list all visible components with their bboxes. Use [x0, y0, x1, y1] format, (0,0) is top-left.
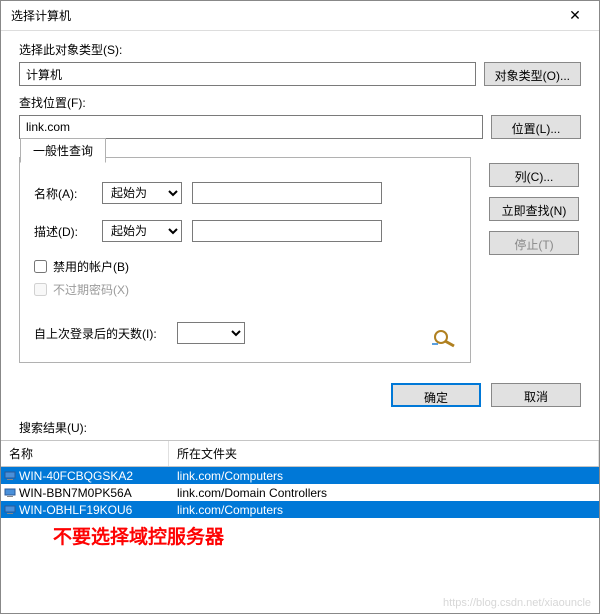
close-icon: ✕	[569, 7, 581, 24]
row-folder: link.com/Computers	[169, 469, 599, 483]
location-button[interactable]: 位置(L)...	[491, 115, 581, 139]
query-tabbox: 一般性查询 名称(A): 起始为 描述(D): 起始为 禁用的帐户(B) 不过期…	[19, 157, 471, 363]
ok-button[interactable]: 确定	[391, 383, 481, 407]
stop-button: 停止(T)	[489, 231, 579, 255]
watermark: https://blog.csdn.net/xiaouncle	[443, 597, 591, 609]
row-name: WIN-OBHLF19KOU6	[19, 503, 169, 517]
disabled-accounts-checkbox[interactable]	[34, 260, 47, 273]
days-since-login-select[interactable]	[177, 322, 245, 344]
table-row[interactable]: WIN-40FCBQGSKA2link.com/Computers	[1, 467, 599, 484]
close-button[interactable]: ✕	[555, 2, 595, 30]
object-type-button[interactable]: 对象类型(O)...	[484, 62, 581, 86]
row-name: WIN-40FCBQGSKA2	[19, 469, 169, 483]
no-expire-pw-checkbox	[34, 283, 47, 296]
computer-icon	[1, 488, 19, 498]
name-label: 名称(A):	[34, 185, 92, 202]
titlebar: 选择计算机 ✕	[1, 1, 599, 31]
warning-text: 不要选择域控服务器	[1, 518, 599, 549]
results-list[interactable]: WIN-40FCBQGSKA2link.com/ComputersWIN-BBN…	[1, 467, 599, 518]
days-since-login-label: 自上次登录后的天数(I):	[34, 325, 157, 342]
disabled-accounts-label: 禁用的帐户(B)	[53, 258, 129, 275]
table-row[interactable]: WIN-OBHLF19KOU6link.com/Computers	[1, 501, 599, 518]
desc-label: 描述(D):	[34, 223, 92, 240]
results-label: 搜索结果(U):	[1, 415, 599, 440]
name-input[interactable]	[192, 182, 382, 204]
desc-match-select[interactable]: 起始为	[102, 220, 182, 242]
row-folder: link.com/Computers	[169, 503, 599, 517]
tab-general-query[interactable]: 一般性查询	[20, 138, 106, 163]
object-type-input[interactable]	[19, 62, 476, 86]
search-icon	[430, 328, 460, 348]
location-label: 查找位置(F):	[19, 94, 581, 111]
computer-icon	[1, 505, 19, 515]
name-match-select[interactable]: 起始为	[102, 182, 182, 204]
col-header-name[interactable]: 名称	[1, 441, 169, 466]
object-type-label: 选择此对象类型(S):	[19, 41, 581, 58]
row-name: WIN-BBN7M0PK56A	[19, 486, 169, 500]
find-now-button[interactable]: 立即查找(N)	[489, 197, 579, 221]
results-header: 名称 所在文件夹	[1, 440, 599, 467]
desc-input[interactable]	[192, 220, 382, 242]
no-expire-pw-label: 不过期密码(X)	[53, 281, 129, 298]
cancel-button[interactable]: 取消	[491, 383, 581, 407]
location-input[interactable]	[19, 115, 483, 139]
table-row[interactable]: WIN-BBN7M0PK56Alink.com/Domain Controlle…	[1, 484, 599, 501]
col-header-folder[interactable]: 所在文件夹	[169, 441, 599, 466]
computer-icon	[1, 471, 19, 481]
columns-button[interactable]: 列(C)...	[489, 163, 579, 187]
window-title: 选择计算机	[11, 7, 555, 24]
row-folder: link.com/Domain Controllers	[169, 486, 599, 500]
